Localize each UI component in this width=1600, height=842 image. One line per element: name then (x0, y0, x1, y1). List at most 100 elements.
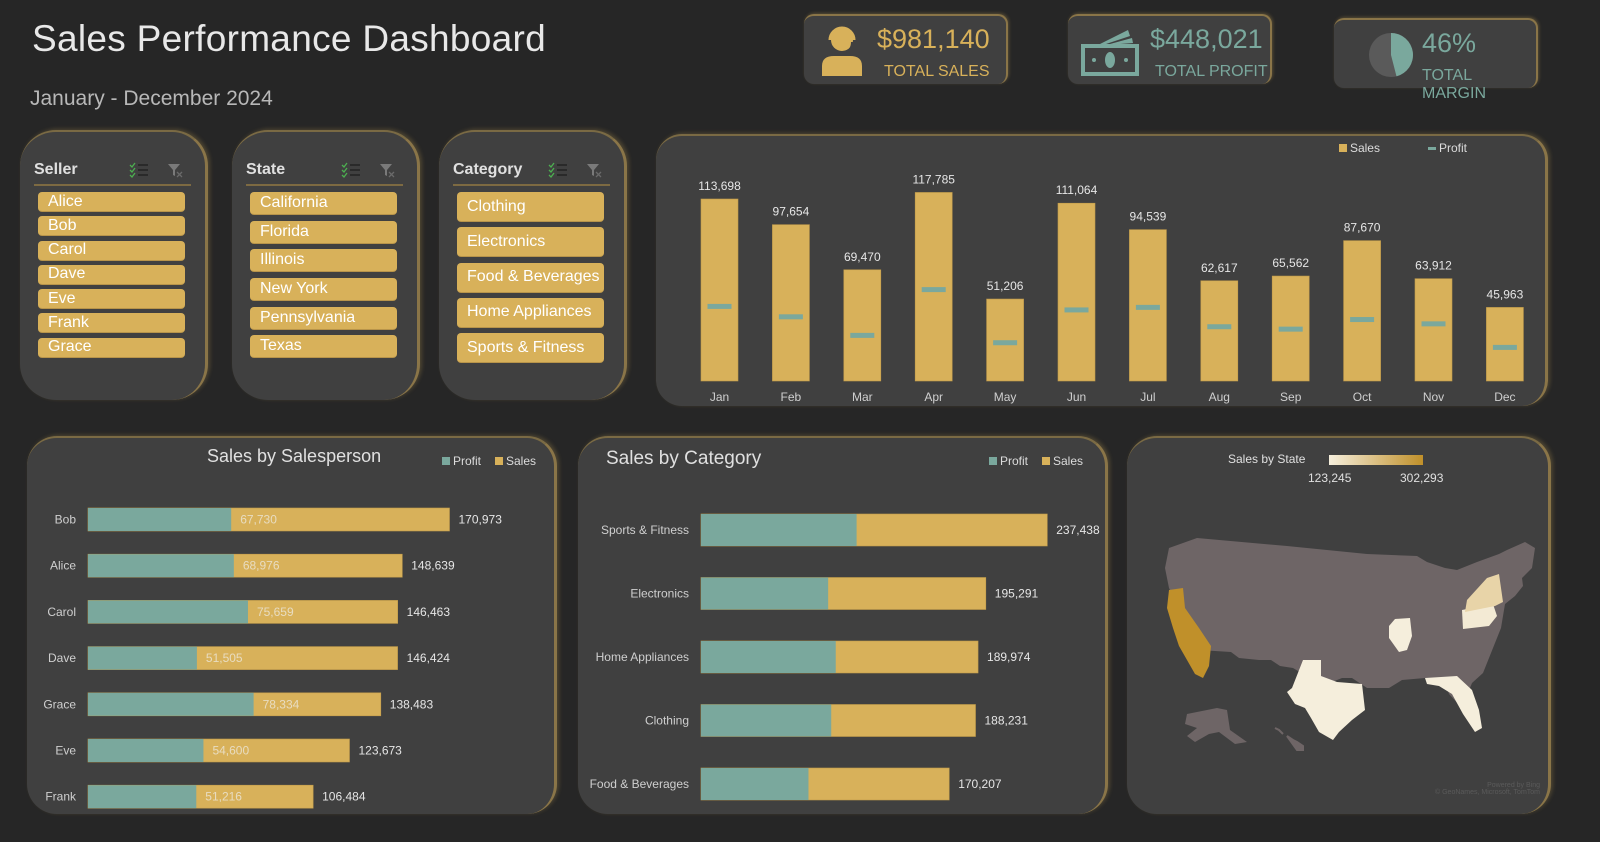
sales-bar-feb[interactable] (772, 224, 810, 382)
y-tick-label: Frank (45, 790, 77, 804)
slicer-item[interactable]: California (250, 192, 397, 215)
kpi-total-margin-label: TOTAL MARGIN (1422, 67, 1486, 102)
slicer-item[interactable]: Grace (38, 337, 185, 358)
y-tick-label: Clothing (645, 714, 689, 728)
slicer-item[interactable]: Alice (38, 192, 185, 212)
map-attribution: Powered by Bing © GeoNames, Microsoft, T… (1435, 782, 1540, 796)
slicer-state: State California Florida Illinois New York P… (232, 130, 420, 400)
profit-data-label: 51,505 (206, 651, 243, 665)
profit-bar[interactable] (701, 704, 832, 737)
multi-select-icon[interactable] (341, 162, 361, 178)
slicer-item[interactable]: Eve (38, 289, 185, 310)
sales-data-label: 148,639 (411, 559, 455, 573)
kpi-total-margin: 46% TOTAL MARGIN (1334, 18, 1538, 102)
profit-bar[interactable] (88, 739, 204, 762)
profit-marker-feb[interactable] (778, 314, 803, 320)
sales-data-label: 94,539 (1130, 210, 1167, 224)
slicer-item[interactable]: Pennsylvania (250, 306, 397, 330)
profit-bar[interactable] (701, 514, 857, 546)
sales-bar-mar[interactable] (843, 269, 882, 382)
slicer-item[interactable]: Florida (250, 220, 397, 244)
x-tick-label: Aug (1209, 390, 1230, 404)
sales-data-label: 195,291 (995, 587, 1039, 601)
sales-bar-apr[interactable] (914, 192, 953, 382)
sales-data-label: 170,973 (458, 513, 502, 527)
slicer-item[interactable]: Texas (250, 335, 397, 359)
x-tick-label: Jan (710, 390, 729, 404)
profit-bar[interactable] (88, 785, 197, 809)
sales-bar-may[interactable] (986, 298, 1024, 382)
sales-data-label: 63,912 (1415, 259, 1452, 273)
sales-data-label: 51,206 (987, 279, 1024, 293)
slicer-item[interactable]: Electronics (457, 227, 604, 258)
clear-filter-icon[interactable] (586, 162, 602, 178)
profit-marker-apr[interactable] (921, 287, 946, 293)
slicer-item[interactable]: Sports & Fitness (457, 333, 604, 364)
profit-marker-aug[interactable] (1207, 324, 1232, 330)
sales-bar-dec[interactable] (1486, 307, 1524, 382)
profit-bar[interactable] (88, 554, 234, 578)
profit-marker-mar[interactable] (850, 332, 875, 338)
sales-data-label: 117,785 (912, 172, 955, 186)
sales-bar-jun[interactable] (1057, 202, 1096, 382)
sales-bar-oct[interactable] (1343, 240, 1381, 382)
sales-data-label: 45,963 (1487, 287, 1524, 301)
profit-bar[interactable] (701, 577, 829, 610)
clear-filter-icon[interactable] (167, 162, 183, 178)
sales-data-label: 123,673 (358, 744, 402, 758)
sales-data-label: 62,617 (1201, 261, 1238, 275)
multi-select-icon[interactable] (129, 162, 149, 178)
slicer-item[interactable]: Bob (38, 216, 185, 237)
salesperson-chart-plot: Bob 170,973 67,730 Alice 148,639 68,976 Carol 1… (43, 507, 502, 809)
profit-data-label: 78,334 (263, 697, 300, 711)
sales-bar-aug[interactable] (1200, 280, 1239, 382)
sales-data-label: 97,654 (773, 205, 810, 219)
slicer-seller-title: Seller (34, 161, 78, 178)
pie-chart-icon (1369, 33, 1413, 77)
kpi-total-profit-value: $448,021 (1150, 24, 1263, 54)
x-tick-label: Jun (1067, 390, 1086, 404)
sales-data-label: 188,231 (985, 714, 1029, 728)
slicer-item[interactable]: Home Appliances (457, 297, 604, 328)
profit-marker-oct[interactable] (1350, 317, 1375, 323)
profit-bar[interactable] (88, 692, 254, 716)
profit-bar[interactable] (88, 600, 248, 624)
slicer-item[interactable]: Illinois (250, 249, 397, 273)
x-tick-label: Dec (1494, 390, 1515, 404)
profit-marker-may[interactable] (993, 340, 1018, 346)
slicer-item[interactable]: New York (250, 278, 397, 302)
monthly-chart-plot: 113,698 Jan 97,654 Feb 69,470 Mar 117,785 Apr 51… (698, 172, 1524, 404)
profit-marker-jan[interactable] (707, 303, 732, 309)
slicer-item[interactable]: Carol (38, 240, 185, 261)
profit-marker-jun[interactable] (1064, 307, 1089, 313)
x-tick-label: Feb (781, 390, 802, 404)
y-tick-label: Food & Beverages (590, 777, 689, 791)
sales-bar-nov[interactable] (1414, 278, 1453, 382)
slicer-item[interactable]: Dave (38, 264, 185, 285)
slicer-item[interactable]: Clothing (457, 192, 604, 222)
profit-bar[interactable] (701, 768, 809, 800)
x-tick-label: Oct (1353, 390, 1372, 404)
clear-filter-icon[interactable] (379, 162, 395, 178)
sales-data-label: 146,424 (407, 651, 451, 665)
profit-data-label: 51,216 (205, 790, 242, 804)
profit-marker-nov[interactable] (1421, 321, 1446, 327)
slicer-item[interactable]: Food & Beverages (457, 262, 604, 293)
page-title: Sales Performance Dashboard (32, 18, 547, 59)
profit-bar[interactable] (88, 646, 197, 670)
sales-data-label: 65,562 (1272, 256, 1309, 270)
profit-bar[interactable] (88, 508, 232, 531)
multi-select-icon[interactable] (548, 162, 568, 178)
slicer-state-title: State (246, 161, 286, 178)
profit-marker-jul[interactable] (1135, 304, 1160, 310)
slicer-item[interactable]: Frank (38, 313, 185, 334)
us-map[interactable] (1127, 438, 1551, 814)
sales-data-label: 170,207 (958, 777, 1002, 791)
profit-marker-sep[interactable] (1278, 326, 1303, 332)
y-tick-label: Grace (43, 697, 76, 711)
y-tick-label: Bob (55, 513, 77, 527)
profit-marker-dec[interactable] (1492, 344, 1517, 350)
profit-bar[interactable] (701, 641, 836, 673)
sales-data-label: 189,974 (987, 650, 1031, 664)
sales-bar-jan[interactable] (700, 198, 739, 382)
